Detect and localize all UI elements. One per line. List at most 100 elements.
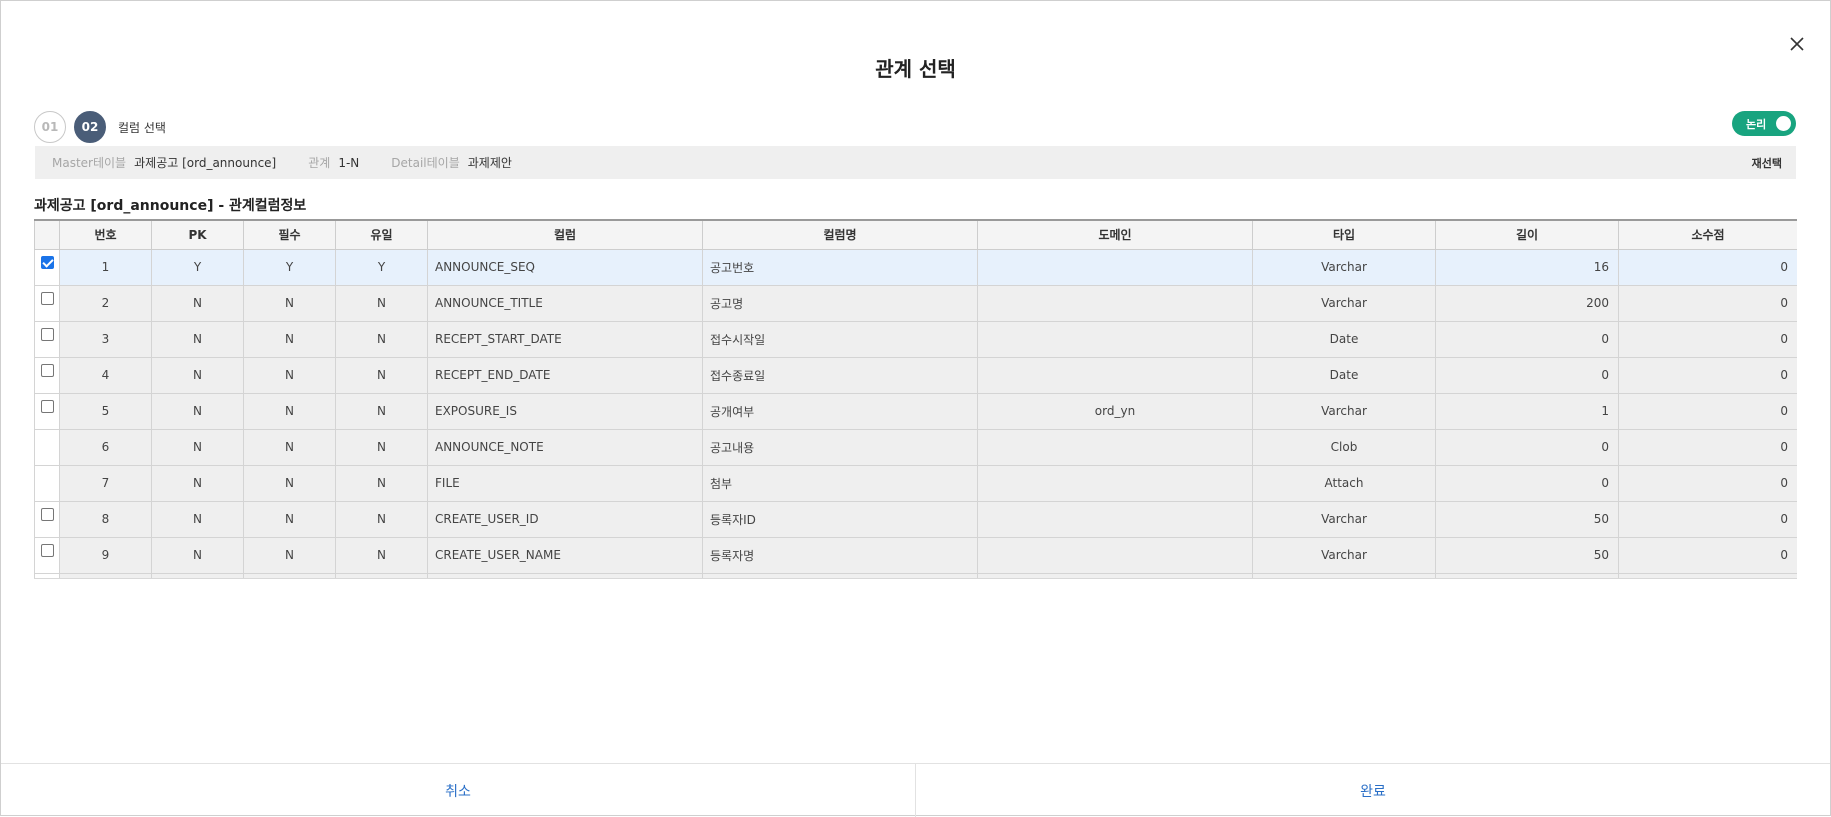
row-checkbox-cell: [34, 428, 60, 466]
row-checkbox-cell: [34, 572, 60, 578]
row-scale: 0: [1618, 428, 1797, 466]
row-length: 200: [1435, 284, 1619, 322]
row-domain: [977, 356, 1253, 394]
header-type: 타입: [1252, 219, 1436, 250]
row-domain: [977, 572, 1253, 578]
row-checkbox-cell: [34, 284, 60, 322]
table-row[interactable]: 9 N N N CREATE_USER_NAME 등록자명 Varchar 50 0: [34, 536, 1797, 574]
row-scale: 0: [1618, 500, 1797, 538]
close-button[interactable]: [1786, 33, 1808, 55]
table-row[interactable]: 5 N N N EXPOSURE_IS 공개여부 ord_yn Varchar 1 0: [34, 392, 1797, 430]
row-type: Date: [1252, 356, 1436, 394]
row-length: 50: [1435, 500, 1619, 538]
row-type: Varchar: [1252, 248, 1436, 286]
row-scale: 0: [1618, 356, 1797, 394]
step-2[interactable]: 02: [74, 111, 106, 143]
row-no: [59, 572, 152, 578]
step-2-label: 컬럼 선택: [118, 120, 166, 135]
row-required: Y: [243, 248, 336, 286]
relation-label: 관계: [308, 156, 331, 170]
master-table-value: 과제공고 [ord_announce]: [134, 156, 277, 170]
row-required: N: [243, 500, 336, 538]
header-domain: 도메인: [977, 219, 1253, 250]
row-domain: [977, 248, 1253, 286]
table-row[interactable]: 4 N N N RECEPT_END_DATE 접수종료일 Date 0 0: [34, 356, 1797, 394]
row-domain: [977, 284, 1253, 322]
row-scale: 0: [1618, 536, 1797, 574]
row-checkbox[interactable]: [40, 328, 54, 341]
row-pk: Y: [151, 248, 244, 286]
row-scale: 0: [1618, 284, 1797, 322]
column-table-scroll[interactable]: 번호 PK 필수 유일 컬럼 컬럼명 도메인 타입 길이 소수점 1 Y Y Y ANN…: [34, 219, 1797, 579]
row-length: 16: [1435, 248, 1619, 286]
row-pk: N: [151, 284, 244, 322]
logical-toggle[interactable]: 논리: [1732, 111, 1796, 136]
step-1[interactable]: 01: [34, 111, 66, 143]
row-type: Varchar: [1252, 392, 1436, 430]
header-required: 필수: [243, 219, 336, 250]
row-scale: 0: [1618, 392, 1797, 430]
row-type: Date: [1252, 320, 1436, 358]
header-column-name: 컬럼명: [702, 219, 978, 250]
row-unique: N: [335, 536, 428, 574]
row-unique: N: [335, 356, 428, 394]
row-length: 0: [1435, 320, 1619, 358]
row-required: N: [243, 428, 336, 466]
row-checkbox[interactable]: [40, 544, 54, 557]
table-row[interactable]: 3 N N N RECEPT_START_DATE 접수시작일 Date 0 0: [34, 320, 1797, 358]
row-scale: 0: [1618, 320, 1797, 358]
row-column: FILE: [427, 464, 703, 502]
table-row[interactable]: 8 N N N CREATE_USER_ID 등록자ID Varchar 50 0: [34, 500, 1797, 538]
row-no: 3: [59, 320, 152, 358]
section-title: 과제공고 [ord_announce] - 관계컬럼정보: [34, 198, 307, 214]
table-row[interactable]: 1 Y Y Y ANNOUNCE_SEQ 공고번호 Varchar 16 0: [34, 248, 1797, 286]
table-row[interactable]: 2 N N N ANNOUNCE_TITLE 공고명 Varchar 200 0: [34, 284, 1797, 322]
row-domain: [977, 500, 1253, 538]
table-row[interactable]: 6 N N N ANNOUNCE_NOTE 공고내용 Clob 0 0: [34, 428, 1797, 466]
row-column: CREATE_USER_NAME: [427, 536, 703, 574]
row-domain: [977, 320, 1253, 358]
row-pk: N: [151, 464, 244, 502]
detail-table-value: 과제제안: [467, 156, 512, 170]
row-type: [1252, 572, 1436, 578]
table-row[interactable]: 7 N N N FILE 첨부 Attach 0 0: [34, 464, 1797, 502]
cancel-button[interactable]: 취소: [1, 764, 915, 817]
relation-info-bar: Master테이블 과제공고 [ord_announce] 관계 1-N Det…: [35, 146, 1796, 179]
row-checkbox-cell: [34, 500, 60, 538]
row-checkbox[interactable]: [40, 400, 54, 413]
table-header-row: 번호 PK 필수 유일 컬럼 컬럼명 도메인 타입 길이 소수점: [34, 219, 1797, 250]
row-unique: N: [335, 392, 428, 430]
row-column-name: 공고번호: [702, 248, 978, 286]
done-button[interactable]: 완료: [916, 764, 1830, 817]
row-length: 0: [1435, 464, 1619, 502]
reselect-button[interactable]: 재선택: [1752, 155, 1782, 171]
row-checkbox[interactable]: [40, 256, 54, 269]
row-column-name: 접수시작일: [702, 320, 978, 358]
row-no: 5: [59, 392, 152, 430]
modal-title: 관계 선택: [875, 57, 956, 81]
close-icon: [1790, 37, 1804, 51]
row-pk: N: [151, 320, 244, 358]
row-length: 0: [1435, 428, 1619, 466]
row-column: EXPOSURE_IS: [427, 392, 703, 430]
row-checkbox[interactable]: [40, 364, 54, 377]
header-length: 길이: [1435, 219, 1619, 250]
row-unique: N: [335, 464, 428, 502]
row-type: Attach: [1252, 464, 1436, 502]
row-checkbox[interactable]: [40, 292, 54, 305]
row-type: Varchar: [1252, 284, 1436, 322]
relation-value: 1-N: [338, 155, 360, 170]
row-pk: N: [151, 536, 244, 574]
header-scale: 소수점: [1618, 219, 1797, 250]
modal-footer: 취소 완료: [1, 763, 1830, 817]
master-table-label: Master테이블: [52, 156, 127, 170]
row-unique: Y: [335, 248, 428, 286]
row-pk: N: [151, 392, 244, 430]
row-column: [427, 572, 703, 578]
row-required: N: [243, 284, 336, 322]
row-pk: N: [151, 356, 244, 394]
table-row[interactable]: [34, 572, 1797, 578]
row-column-name: 등록자명: [702, 536, 978, 574]
row-unique: N: [335, 320, 428, 358]
row-checkbox[interactable]: [40, 508, 54, 521]
